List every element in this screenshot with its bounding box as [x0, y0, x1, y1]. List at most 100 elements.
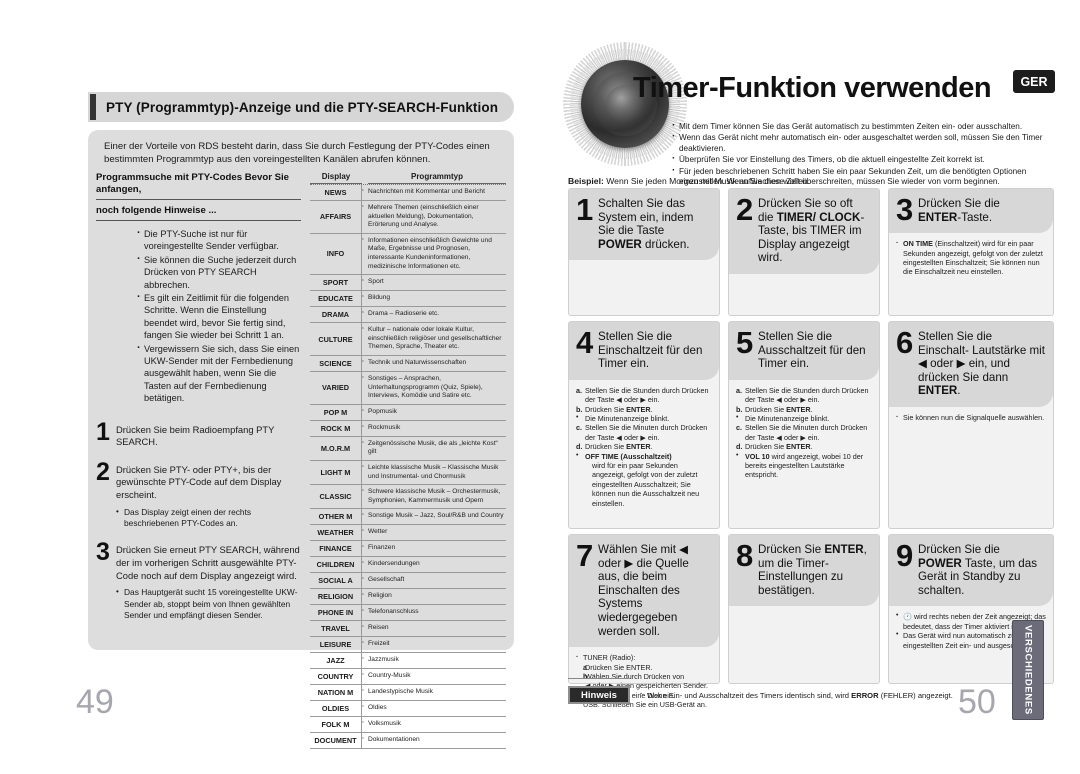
step-substep: b Wählen Sie durch Drücken von — [583, 671, 685, 681]
step-bullet: Die Minutenanzeige blinkt. — [576, 413, 712, 423]
beispiel-label: Beispiel: — [568, 176, 604, 186]
pty-code: INFO — [310, 233, 362, 275]
step-substep: c. Stellen Sie die Minuten durch Drücken … — [736, 423, 868, 442]
step-title: Stellen Sie die Einschaltzeit für den Ti… — [598, 330, 703, 371]
pty-description: Finanzen — [362, 541, 506, 556]
side-tab-label: VERSCHIEDENES — [1022, 625, 1034, 715]
timer-step-card: 1 Schalten Sie das System ein, indem Sie … — [568, 188, 720, 316]
manual-spread: PTY (Programmtyp)-Anzeige und die PTY-SE… — [0, 0, 1080, 774]
pty-description: Informationen einschließlich Gewichte un… — [362, 234, 506, 274]
intro-bullet: Mit dem Timer können Sie das Gerät autom… — [672, 121, 1052, 133]
step-body — [729, 274, 879, 286]
pty-description: Zeitgenössische Musik, die als „leichte … — [362, 437, 506, 460]
table-row: VARIEDSonstiges – Ansprachen, Unterhaltu… — [310, 371, 506, 405]
step-substep: a. Stellen Sie die Stunden durch Drücken … — [736, 385, 869, 405]
step-header: 7 Wählen Sie mit ◀ oder ▶ die Quelle aus,… — [569, 535, 719, 648]
step-substep: a Drücken Sie ENTER. — [583, 662, 653, 672]
pty-description: Nachrichten mit Kommentar und Bericht — [362, 185, 506, 200]
table-row: POP MPopmusik — [310, 404, 506, 421]
step-block: 1 Drücken Sie beim Radioempfang PTY SEARC… — [96, 419, 301, 449]
pty-code: NATION M — [310, 685, 362, 701]
table-row: SCIENCETechnik und Naturwissenschaften — [310, 355, 506, 372]
pty-code: AFFAIRS — [310, 201, 362, 233]
step-number: 3 — [896, 192, 914, 227]
step-text: Drücken Sie erneut PTY SEARCH, während d… — [116, 544, 300, 581]
table-row: LIGHT MLeichte klassische Musik – Klassi… — [310, 460, 506, 486]
steps-row: 1 Schalten Sie das System ein, indem Sie … — [568, 188, 1058, 316]
timer-step-card: 3Drücken Sie die ENTER-Taste. ON TIME (Ei… — [888, 188, 1054, 316]
pty-description: Drama – Radioserie etc. — [362, 307, 506, 322]
pty-code: CLASSIC — [310, 485, 362, 509]
pty-code: M.O.R.M — [310, 436, 362, 460]
step-title: Wählen Sie mit ◀ oder ▶ die Quelle aus, … — [598, 543, 689, 638]
pty-code: CHILDREN — [310, 557, 362, 573]
step-header: 8 Drücken Sie ENTER, um die Timer-Einstel… — [729, 535, 879, 607]
pty-code-table: Display Programmtyp NEWSNachrichten mit … — [310, 172, 506, 750]
right-page-title: Timer-Funktion verwenden — [633, 72, 992, 104]
table-row: LEISUREFreizeit — [310, 637, 506, 654]
notes-list: Die PTY-Suche ist nur für voreingestellt… — [96, 227, 301, 405]
step-title: Schalten Sie das System ein, indem Sie d… — [598, 197, 694, 251]
timer-step-card: 8 Drücken Sie ENTER, um die Timer-Einstel… — [728, 534, 880, 684]
subheading-2: noch folgende Hinweise ... — [96, 200, 301, 221]
intro-bullet: Überprüfen Sie vor Einstellung des Timer… — [672, 154, 1052, 166]
table-row: PHONE INTelefonanschluss — [310, 605, 506, 622]
table-row: INFOInformationen einschließlich Gewicht… — [310, 233, 506, 276]
pty-code: DOCUMENT — [310, 733, 362, 749]
step-text: Drücken Sie beim Radioempfang PTY SEARCH… — [116, 423, 275, 448]
divider — [568, 678, 628, 679]
step-body: a. Stellen Sie die Stunden durch Drücken … — [569, 380, 719, 514]
table-row: COUNTRYCountry-Musik — [310, 669, 506, 686]
timer-step-card: 7 Wählen Sie mit ◀ oder ▶ die Quelle aus,… — [568, 534, 720, 709]
step-substep: b. Drücken Sie ENTER. — [736, 404, 813, 414]
intro-bullet: Wenn das Gerät nicht mehr automatisch ei… — [672, 132, 1052, 155]
table-row: OTHER MSonstige Musik – Jazz, Soul/R&B u… — [310, 509, 506, 526]
intro-paragraph: Einer der Vorteile von RDS besteht darin… — [104, 141, 490, 165]
step-number: 5 — [736, 325, 754, 360]
pty-code: SPORT — [310, 275, 362, 291]
pty-code: JAZZ — [310, 653, 362, 669]
pty-code: OTHER M — [310, 509, 362, 525]
title-accent-bar — [90, 94, 96, 120]
step-number: 4 — [576, 325, 594, 360]
hinweis-note: Hinweis Wenn Ein- und Ausschaltzeit des … — [568, 686, 953, 704]
table-row: DOCUMENTDokumentationen — [310, 733, 506, 750]
hinweis-badge: Hinweis — [568, 686, 630, 704]
table-row: OLDIESOldies — [310, 701, 506, 718]
pty-description: Reisen — [362, 621, 506, 636]
step-number: 1 — [576, 192, 594, 227]
pty-code: SOCIAL A — [310, 573, 362, 589]
pty-code: SCIENCE — [310, 355, 362, 371]
table-row: CLASSICSchwere klassische Musik – Orches… — [310, 485, 506, 510]
step-text: Drücken Sie PTY- oder PTY+, bis der gewü… — [116, 463, 282, 501]
table-row: ROCK MRockmusik — [310, 420, 506, 437]
steps-row: 7 Wählen Sie mit ◀ oder ▶ die Quelle aus,… — [568, 534, 1058, 709]
timer-step-card: 5 Stellen Sie die Ausschaltzeit für den T… — [728, 321, 880, 529]
pty-description: Landestypische Musik — [362, 685, 506, 700]
step-header: 4 Stellen Sie die Einschaltzeit für den T… — [569, 322, 719, 380]
pty-code: NEWS — [310, 185, 362, 200]
step-substep: c. Stellen Sie die Minuten durch Drücken … — [576, 423, 708, 442]
beispiel-text: Wenn Sie jeden Morgen mit Musik aufwache… — [606, 176, 811, 186]
pty-description: Jazzmusik — [362, 653, 506, 668]
pty-code: LEISURE — [310, 637, 362, 653]
pty-description: Country-Musik — [362, 669, 506, 684]
step-substep: d. Drücken Sie ENTER. — [736, 442, 813, 452]
step-title: Drücken Sie so oft die TIMER/ CLOCK-Tast… — [758, 197, 865, 265]
note-item: Es gilt ein Zeitlimit für die folgenden … — [136, 291, 301, 342]
pty-description: Gesellschaft — [362, 573, 506, 588]
pty-code: WEATHER — [310, 525, 362, 541]
table-row: FOLK MVolksmusik — [310, 717, 506, 734]
pty-description: Sonstige Musik – Jazz, Soul/R&B und Coun… — [362, 509, 506, 524]
step-body — [569, 260, 719, 272]
table-header-row: Display Programmtyp — [310, 172, 506, 185]
table-row: AFFAIRSMehrere Themen (einschließlich ei… — [310, 201, 506, 234]
step-body: a. Stellen Sie die Stunden durch Drücken … — [729, 380, 879, 486]
pty-code: CULTURE — [310, 323, 362, 355]
pty-code: FINANCE — [310, 541, 362, 557]
pty-description: Popmusik — [362, 405, 506, 420]
table-row: SPORTSport — [310, 275, 506, 292]
pty-description: Kultur – nationale oder lokale Kultur, e… — [362, 323, 506, 355]
step-bullet: Die Minutenanzeige blinkt. — [736, 413, 872, 423]
pty-code: DRAMA — [310, 307, 362, 323]
